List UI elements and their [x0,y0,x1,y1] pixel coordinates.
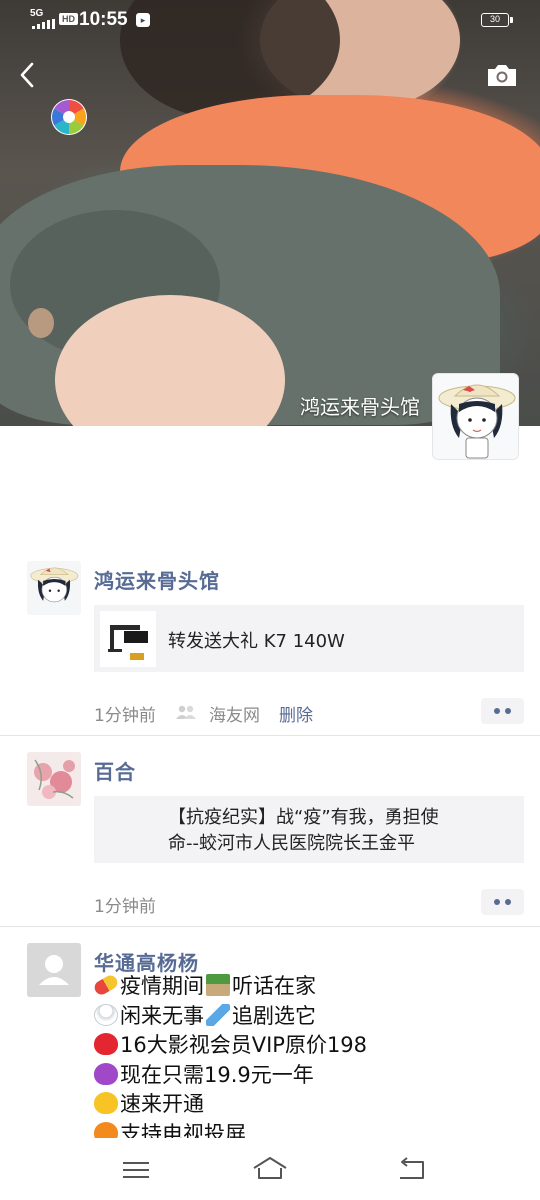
post-text-line: 疫情期间 听话在家 [94,972,514,1002]
home-button[interactable] [251,1155,289,1185]
back-nav-button[interactable] [395,1155,429,1185]
visibility-group-icon [175,704,197,719]
red-heart-icon [94,1033,118,1055]
battery-icon: 30 [481,13,513,27]
clock: 10:55 [79,9,128,30]
cover-photo[interactable] [0,0,540,426]
notification-icon: ▸ [136,13,150,27]
signal-icon [32,19,56,29]
post-text-line: 支持电视投屏 [94,1120,514,1138]
airplane-icon [206,1003,230,1026]
default-avatar-icon [27,943,81,997]
more-actions-button[interactable] [481,698,524,724]
post-author[interactable]: 百合 [94,756,136,785]
camera-icon [488,65,516,86]
shared-link-card[interactable]: 【抗疫纪实】战“疫”有我，勇担使 命--蛟河市人民医院院长王金平 [94,796,524,863]
system-navigation-bar [0,1138,540,1200]
return-icon [400,1157,424,1179]
aperture-logo-icon [50,98,88,136]
pill-icon [94,972,120,998]
post-avatar[interactable] [27,943,81,997]
snowman-icon [94,1003,118,1026]
post-text-line: 闲来无事 追剧选它 [94,1002,514,1032]
shared-link-thumbnail [100,611,156,667]
divider [0,735,540,736]
divider [0,926,540,927]
more-actions-button[interactable] [481,889,524,915]
network-type: 5G [30,8,44,19]
purple-heart-icon [94,1062,118,1085]
profile-name[interactable]: 鸿运来骨头馆 [250,391,420,420]
back-button[interactable] [14,58,44,92]
post-text: 疫情期间 听话在家 闲来无事 追剧选它 16大影视会员VIP原价198 现在只需19… [94,972,514,1138]
camera-button[interactable] [484,60,520,90]
shared-link-card[interactable]: 转发送大礼 K7 140W [94,605,524,672]
post-author[interactable]: 鸿运来骨头馆 [94,565,220,594]
shared-link-title-line: 命--蛟河市人民医院院长王金平 [168,833,415,854]
status-bar: 5G HD 10:55 ▸ 30 [0,6,540,34]
shared-link-title-line: 【抗疫纪实】战“疫”有我，勇担使 [168,807,439,828]
home-icon [253,1157,287,1179]
chevron-left-icon [20,62,34,88]
hd-badge: HD [59,13,78,25]
house-icon [206,974,230,996]
battery-level: 30 [489,14,500,24]
post-avatar[interactable] [27,752,81,806]
delete-button[interactable]: 删除 [279,701,313,726]
shared-link-title: 转发送大礼 K7 140W [168,631,345,652]
post-text-line: 速来开通 [94,1090,514,1120]
post-time: 1分钟前 [94,897,156,917]
menu-button[interactable] [120,1155,152,1185]
post-text-line: 16大影视会员VIP原价198 [94,1031,514,1061]
orange-heart-icon [94,1121,118,1138]
post-source[interactable]: 海友网 [209,701,260,726]
post-time: 1分钟前 [94,706,156,726]
yellow-heart-icon [94,1092,118,1114]
menu-icon [123,1162,149,1178]
profile-avatar[interactable] [432,373,519,460]
post-avatar[interactable] [27,561,81,615]
shared-link-title: 【抗疫纪实】战“疫”有我，勇担使 命--蛟河市人民医院院长王金平 [168,805,498,857]
post-text-line: 现在只需19.9元一年 [94,1061,514,1091]
